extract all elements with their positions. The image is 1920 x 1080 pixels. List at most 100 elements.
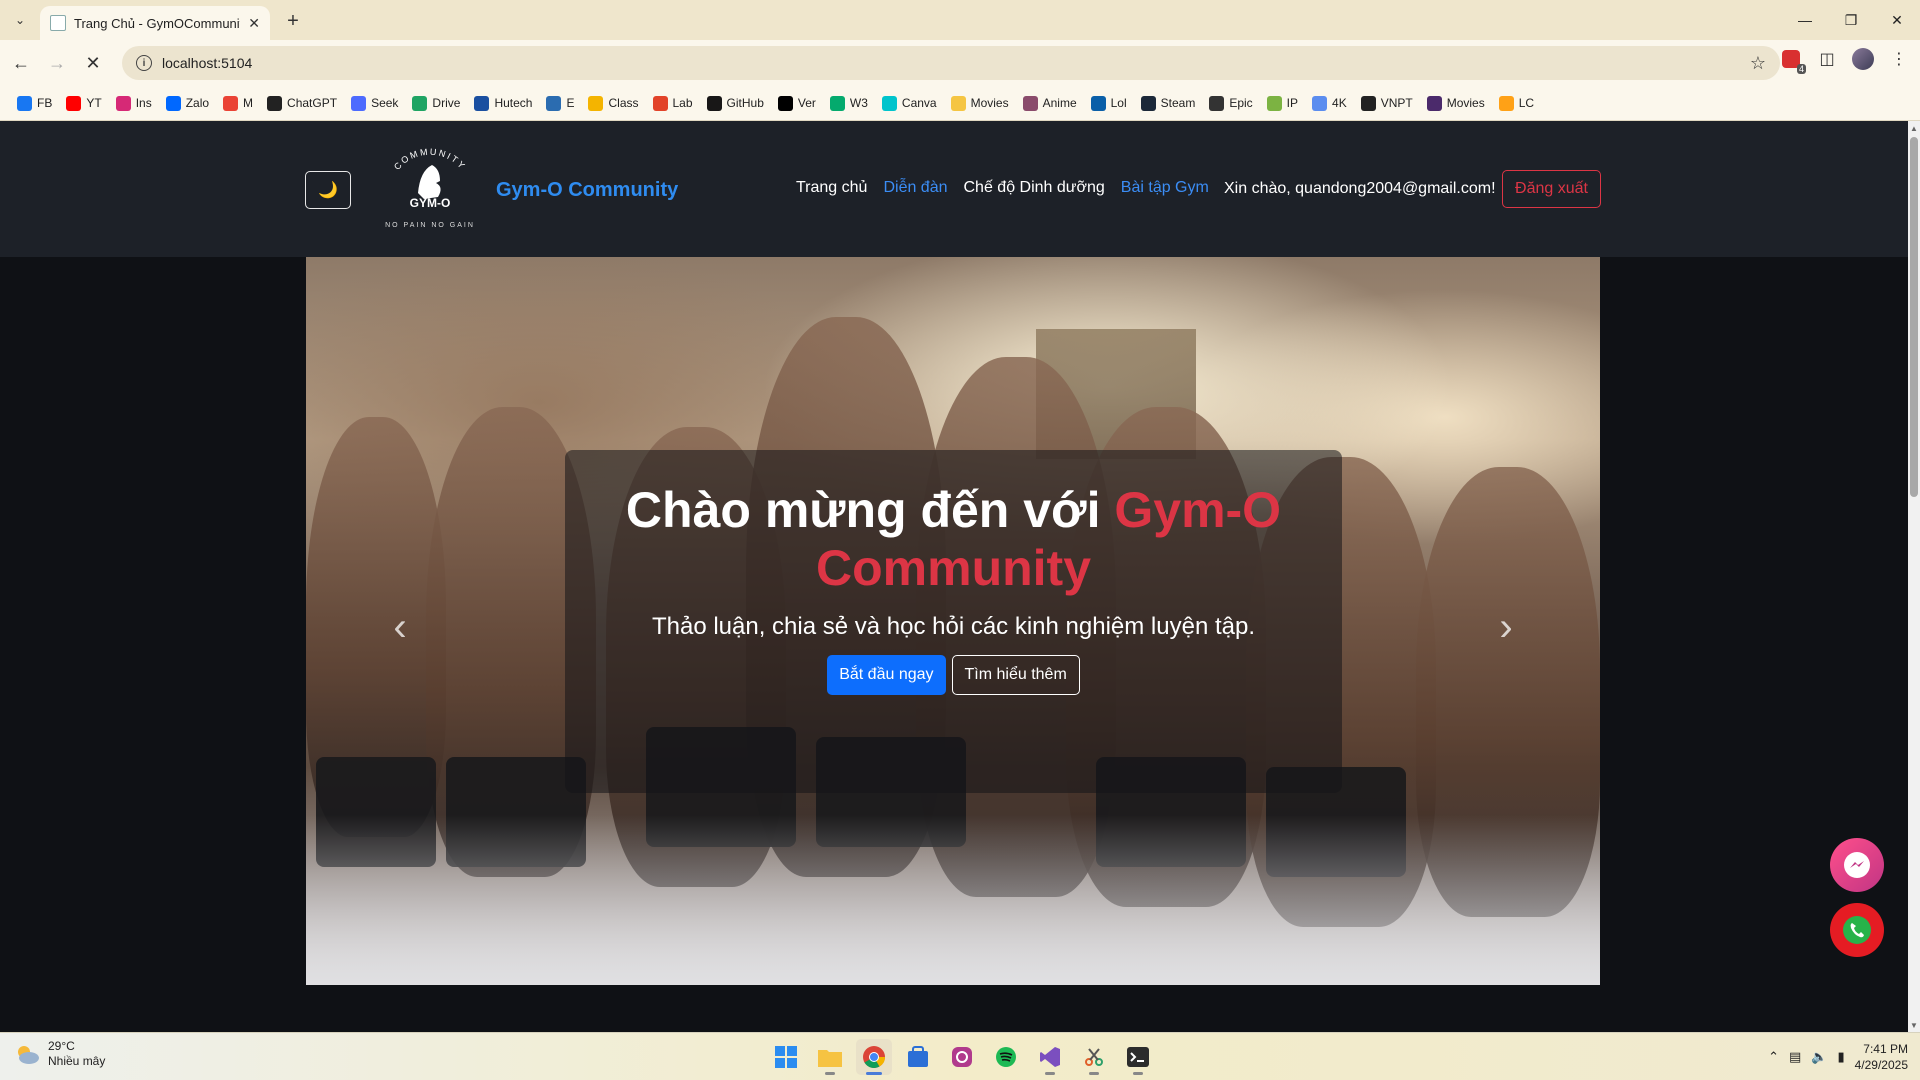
bookmark-item[interactable]: Epic xyxy=(1202,89,1259,117)
active-tab[interactable]: Trang Chủ - GymOCommunity ✕ xyxy=(40,6,270,40)
restore-button[interactable]: ❐ xyxy=(1828,0,1874,40)
bookmark-favicon-icon xyxy=(706,95,722,111)
nav-link[interactable]: Diễn đàn xyxy=(883,179,947,197)
nav-link[interactable]: Trang chủ xyxy=(796,179,867,197)
system-tray: ⌃ ▤ 🔈 ▮ 7:41 PM 4/29/2025 xyxy=(1768,1041,1908,1073)
visual-studio-button[interactable] xyxy=(1032,1039,1068,1075)
scissors-icon xyxy=(1085,1048,1103,1066)
start-now-button[interactable]: Bắt đầu ngay xyxy=(827,655,946,695)
site-brand[interactable]: Gym-O Community xyxy=(496,179,678,202)
terminal-button[interactable] xyxy=(1120,1039,1156,1075)
profile-avatar[interactable] xyxy=(1852,48,1874,70)
bookmark-favicon-icon xyxy=(17,95,32,111)
browser-menu-icon[interactable]: ⋮ xyxy=(1888,48,1910,70)
learn-more-button[interactable]: Tìm hiểu thêm xyxy=(951,655,1080,695)
bookmark-item[interactable]: Steam xyxy=(1134,89,1203,117)
new-tab-button[interactable]: + xyxy=(280,8,306,34)
bookmark-item[interactable]: Seek xyxy=(344,89,405,117)
bookmark-item[interactable]: Movies xyxy=(944,89,1016,117)
microsoft-store-button[interactable] xyxy=(900,1039,936,1075)
bookmark-item[interactable]: Drive xyxy=(405,89,467,117)
messenger-button[interactable] xyxy=(1830,838,1884,892)
bookmark-favicon-icon xyxy=(267,95,283,111)
call-button[interactable] xyxy=(1830,903,1884,957)
theme-toggle-button[interactable]: 🌙 xyxy=(305,171,351,209)
browser-toolbar: ← → ✕ i localhost:5104 ☆ 4 ◫ ⋮ xyxy=(0,40,1920,86)
cloudy-weather-icon xyxy=(18,1046,39,1064)
bookmark-item[interactable]: Anime xyxy=(1016,89,1084,117)
bookmark-label: Steam xyxy=(1160,96,1196,110)
bookmark-item[interactable]: Lab xyxy=(646,89,700,117)
bookmark-item[interactable]: Class xyxy=(581,89,645,117)
site-info-icon[interactable]: i xyxy=(136,55,152,71)
bookmark-item[interactable]: Ins xyxy=(109,89,159,117)
bookmark-item[interactable]: Lol xyxy=(1084,89,1134,117)
bookmark-favicon-icon xyxy=(1360,95,1376,111)
network-icon[interactable]: ▤ xyxy=(1789,1049,1801,1065)
address-bar[interactable]: i localhost:5104 ☆ xyxy=(122,46,1780,80)
bookmark-label: Anime xyxy=(1042,96,1077,110)
clock[interactable]: 7:41 PM 4/29/2025 xyxy=(1855,1041,1908,1073)
browser-chrome: ⌄ Trang Chủ - GymOCommunity ✕ + — ❐ ✕ ← … xyxy=(0,0,1920,121)
start-button[interactable] xyxy=(768,1039,804,1075)
bookmark-label: 4K xyxy=(1332,96,1347,110)
bookmark-item[interactable]: 4K xyxy=(1305,89,1354,117)
site-header: 🌙 COMMUNITY GYM-O NO PAIN NO GAIN Gym-O … xyxy=(0,121,1908,257)
bookmark-item[interactable]: M xyxy=(216,89,260,117)
volume-icon[interactable]: 🔈 xyxy=(1811,1049,1827,1065)
extension-red-icon[interactable]: 4 xyxy=(1780,48,1806,74)
minimize-button[interactable]: — xyxy=(1782,0,1828,40)
bookmark-label: Epic xyxy=(1229,96,1253,110)
close-tab-icon[interactable]: ✕ xyxy=(248,15,260,32)
store-icon xyxy=(908,1046,928,1067)
bookmark-item[interactable]: Movies xyxy=(1420,89,1492,117)
bookmark-item[interactable]: E xyxy=(539,89,581,117)
bookmark-label: ChatGPT xyxy=(287,96,338,110)
bookmark-item[interactable]: Ver xyxy=(771,89,823,117)
carousel-next-button[interactable]: › xyxy=(1486,597,1526,657)
bookmark-item[interactable]: Hutech xyxy=(467,89,539,117)
bookmark-label: Movies xyxy=(970,96,1009,110)
bookmark-item[interactable]: Zalo xyxy=(159,89,216,117)
weather-widget[interactable]: 29°C Nhiều mây xyxy=(14,1039,105,1069)
scroll-thumb[interactable] xyxy=(1910,137,1918,497)
terminal-icon xyxy=(1127,1047,1149,1067)
logout-button[interactable]: Đăng xuất xyxy=(1502,170,1601,208)
spotify-button[interactable] xyxy=(988,1039,1024,1075)
forward-button[interactable]: → xyxy=(44,50,70,76)
bookmark-item[interactable]: FB xyxy=(10,89,59,117)
instagram-app-button[interactable] xyxy=(944,1039,980,1075)
gym-o-logo[interactable]: COMMUNITY GYM-O NO PAIN NO GAIN xyxy=(374,141,486,233)
show-hidden-icons-icon[interactable]: ⌃ xyxy=(1768,1049,1779,1065)
bookmark-favicon-icon xyxy=(1090,95,1106,111)
bookmark-item[interactable]: YT xyxy=(59,89,108,117)
bookmark-star-icon[interactable]: ☆ xyxy=(1750,53,1766,74)
bookmark-item[interactable]: LC xyxy=(1492,89,1541,117)
close-window-button[interactable]: ✕ xyxy=(1874,0,1920,40)
back-button[interactable]: ← xyxy=(8,50,34,76)
page-scrollbar[interactable]: ▲ ▼ xyxy=(1908,121,1920,1032)
bookmark-item[interactable]: W3 xyxy=(823,89,875,117)
weather-description: Nhiều mây xyxy=(48,1054,106,1068)
file-explorer-button[interactable] xyxy=(812,1039,848,1075)
bookmark-label: YT xyxy=(86,96,102,110)
bookmark-item[interactable]: IP xyxy=(1260,89,1305,117)
extensions-puzzle-icon[interactable]: ◫ xyxy=(1816,48,1838,70)
tab-search-button[interactable]: ⌄ xyxy=(6,8,34,32)
bookmark-favicon-icon xyxy=(1498,95,1514,111)
scroll-up-icon[interactable]: ▲ xyxy=(1908,121,1920,135)
chrome-button[interactable] xyxy=(856,1039,892,1075)
bookmark-favicon-icon xyxy=(474,95,490,111)
bookmark-item[interactable]: VNPT xyxy=(1354,89,1420,117)
battery-icon[interactable]: ▮ xyxy=(1837,1049,1844,1065)
window-controls: — ❐ ✕ xyxy=(1782,0,1920,40)
nav-link[interactable]: Chế độ Dinh dưỡng xyxy=(964,179,1105,197)
snipping-tool-button[interactable] xyxy=(1076,1039,1112,1075)
scroll-down-icon[interactable]: ▼ xyxy=(1908,1018,1920,1032)
bookmark-item[interactable]: GitHub xyxy=(700,89,771,117)
bookmark-item[interactable]: Canva xyxy=(875,89,944,117)
bookmark-item[interactable]: ChatGPT xyxy=(260,89,344,117)
nav-link[interactable]: Bài tập Gym xyxy=(1121,179,1209,197)
stop-loading-button[interactable]: ✕ xyxy=(80,50,106,76)
carousel-prev-button[interactable]: ‹ xyxy=(380,597,420,657)
